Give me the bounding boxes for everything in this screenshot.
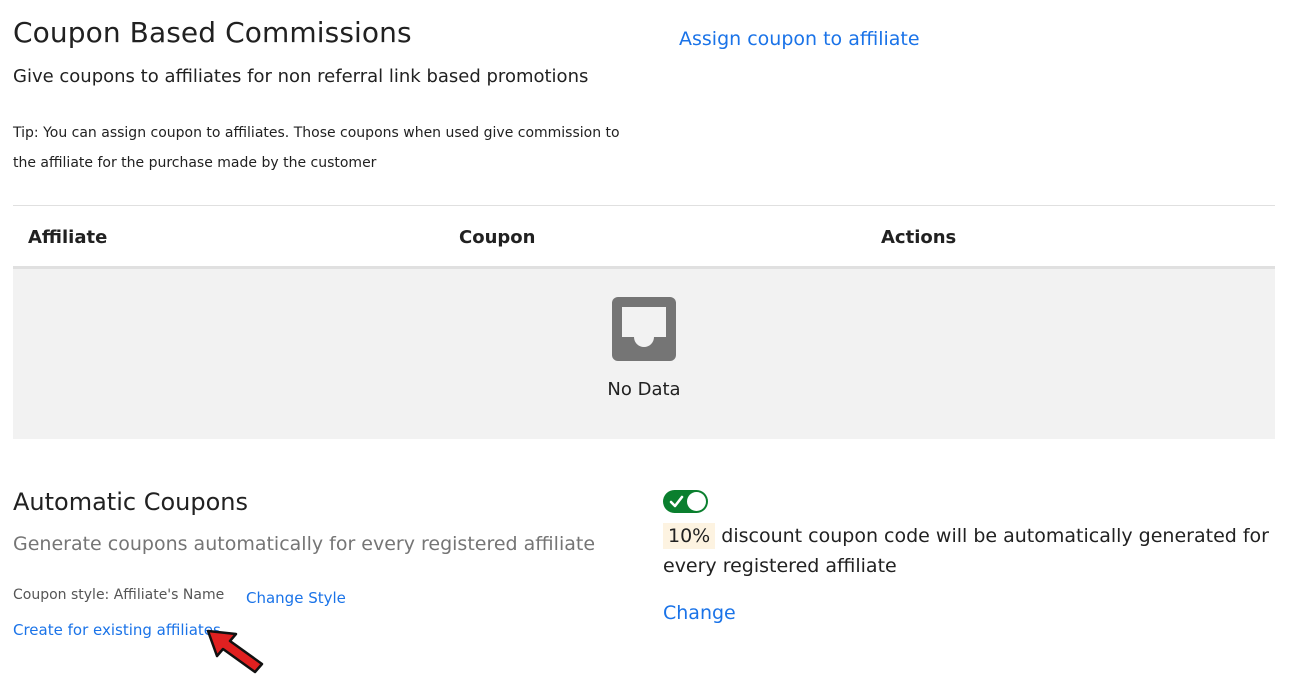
no-data-text: No Data	[607, 379, 681, 400]
coupons-table: Affiliate Coupon Actions No Data	[13, 205, 1275, 439]
inbox-icon	[612, 297, 676, 361]
column-header-coupon: Coupon	[459, 227, 536, 248]
automatic-coupons-subtitle: Generate coupons automatically for every…	[13, 533, 596, 555]
check-icon	[669, 495, 684, 508]
discount-text: discount coupon code will be automatical…	[663, 525, 1269, 577]
table-empty-state: No Data	[13, 269, 1275, 439]
change-discount-link[interactable]: Change	[663, 602, 736, 624]
tip-text: Tip: You can assign coupon to affiliates…	[13, 125, 620, 171]
create-existing-affiliates-link[interactable]: Create for existing affiliates	[13, 621, 221, 639]
column-header-affiliate: Affiliate	[28, 227, 108, 248]
discount-percent-badge: 10%	[663, 523, 716, 549]
red-arrow-icon	[206, 629, 264, 674]
column-header-actions: Actions	[881, 227, 957, 248]
table-header: Affiliate Coupon Actions	[13, 205, 1275, 269]
page-subtitle: Give coupons to affiliates for non refer…	[13, 66, 589, 87]
change-style-link[interactable]: Change Style	[246, 589, 346, 607]
page-title: Coupon Based Commissions	[13, 16, 412, 49]
assign-coupon-link[interactable]: Assign coupon to affiliate	[679, 28, 920, 50]
coupon-style-label: Coupon style: Affiliate's Name	[13, 587, 225, 603]
toggle-knob	[687, 492, 706, 511]
automatic-coupons-title: Automatic Coupons	[13, 488, 248, 516]
auto-coupon-toggle[interactable]	[663, 490, 708, 513]
discount-description: 10% discount coupon code will be automat…	[663, 521, 1283, 581]
